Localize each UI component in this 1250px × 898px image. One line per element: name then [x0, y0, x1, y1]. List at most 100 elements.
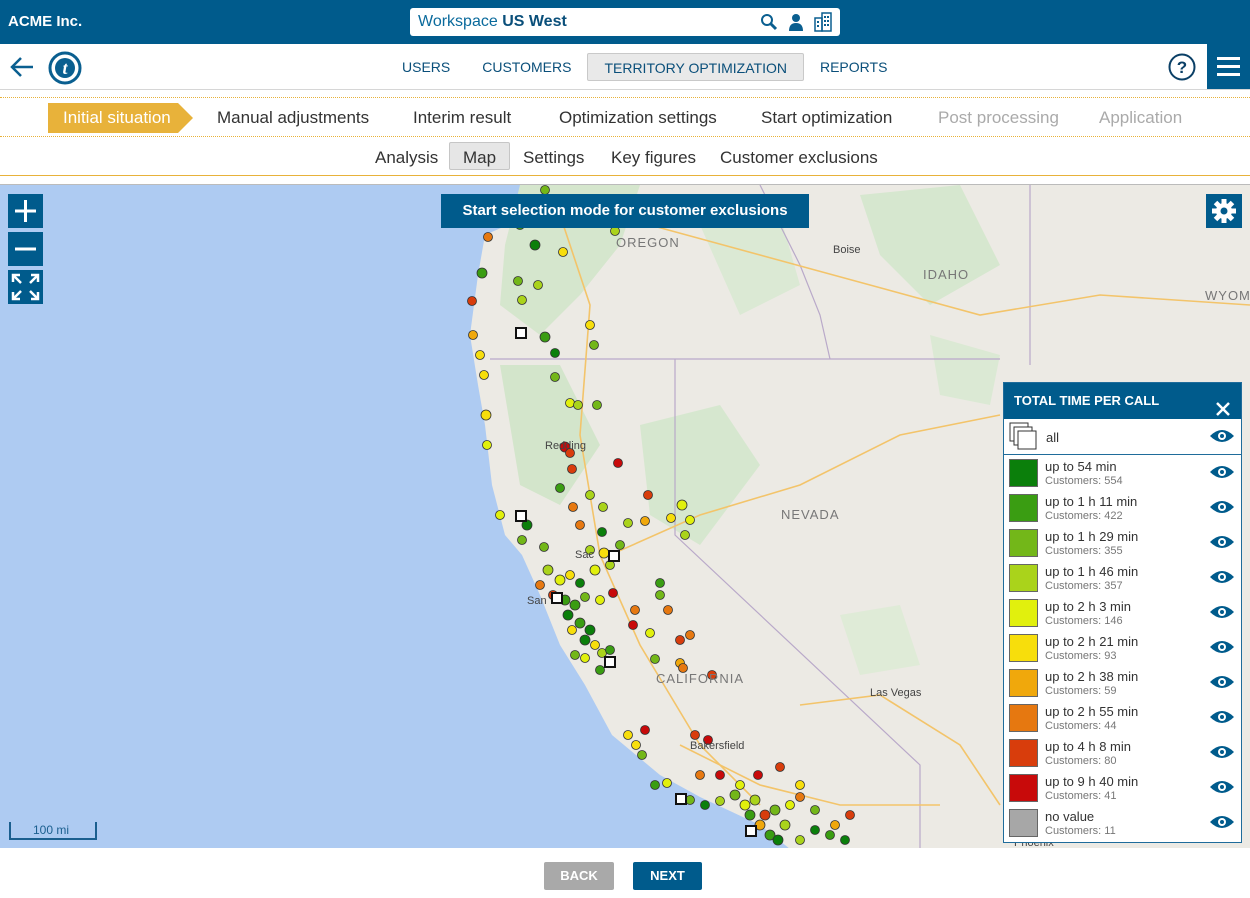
legend-row[interactable]: no value Customers: 11 [1004, 805, 1241, 840]
map-settings-button[interactable] [1206, 194, 1242, 228]
legend-swatch [1009, 634, 1038, 662]
nav-tab-users[interactable]: USERS [386, 53, 466, 81]
subtab-map[interactable]: Map [463, 148, 496, 168]
hamburger-menu-icon[interactable] [1207, 44, 1250, 89]
legend-item-label: up to 2 h 55 min [1045, 704, 1139, 719]
legend-item-count: Customers: 11 [1045, 825, 1116, 837]
legend-swatch [1009, 599, 1038, 627]
zoom-out-button[interactable] [8, 232, 43, 266]
legend-item-label: up to 4 h 8 min [1045, 739, 1131, 754]
legend-item-count: Customers: 41 [1045, 790, 1117, 802]
legend-panel: TOTAL TIME PER CALL all up to 54 min Cust… [1003, 382, 1242, 843]
legend-item-count: Customers: 59 [1045, 685, 1117, 697]
step-application: Application [1099, 108, 1183, 127]
step-interim-result[interactable]: Interim result [413, 108, 511, 128]
eye-icon[interactable] [1209, 604, 1235, 625]
building-icon[interactable] [814, 12, 832, 32]
legend-swatch [1009, 774, 1038, 802]
legend-item-count: Customers: 44 [1045, 720, 1117, 732]
city-label-redding: Redding [545, 440, 586, 452]
legend-item-count: Customers: 93 [1045, 650, 1117, 662]
expand-icon [11, 273, 40, 301]
next-button[interactable]: NEXT [633, 862, 702, 890]
eye-icon[interactable] [1209, 779, 1235, 800]
legend-item-label: up to 1 h 11 min [1045, 494, 1138, 509]
eye-icon[interactable] [1209, 709, 1235, 730]
region-label-wyoming: WYOM [1205, 288, 1250, 303]
legend-swatch [1009, 809, 1038, 837]
subtab-customer-exclusions[interactable]: Customer exclusions [720, 148, 878, 168]
legend-row[interactable]: up to 9 h 40 min Customers: 41 [1004, 770, 1241, 805]
legend-row[interactable]: up to 1 h 11 min Customers: 422 [1004, 490, 1241, 525]
legend-row[interactable]: up to 2 h 55 min Customers: 44 [1004, 700, 1241, 735]
region-label-nevada: NEVADA [781, 507, 840, 522]
company-name: ACME Inc. [8, 13, 83, 30]
legend-row[interactable]: up to 1 h 29 min Customers: 355 [1004, 525, 1241, 560]
plus-icon [15, 200, 36, 222]
legend-item-count: Customers: 357 [1045, 580, 1123, 592]
svg-text:?: ? [1177, 58, 1187, 77]
legend-title: TOTAL TIME PER CALL [1014, 393, 1160, 408]
legend-row[interactable]: up to 1 h 46 min Customers: 357 [1004, 560, 1241, 595]
city-label-boise: Boise [833, 244, 861, 256]
legend-row[interactable]: up to 4 h 8 min Customers: 80 [1004, 735, 1241, 770]
nav-tab-customers[interactable]: CUSTOMERS [466, 53, 587, 81]
legend-item-label: up to 1 h 46 min [1045, 564, 1139, 579]
eye-icon[interactable] [1209, 814, 1235, 835]
legend-item-label: up to 2 h 38 min [1045, 669, 1139, 684]
workspace-prefix: Workspace [418, 13, 498, 30]
subtab-settings[interactable]: Settings [523, 148, 584, 168]
legend-swatch [1009, 459, 1038, 487]
search-icon[interactable] [760, 13, 778, 31]
back-arrow-icon[interactable] [9, 55, 35, 84]
help-icon[interactable]: ? [1168, 53, 1196, 86]
eye-icon[interactable] [1209, 639, 1235, 660]
eye-icon[interactable] [1209, 464, 1235, 485]
legend-row-all[interactable]: all [1004, 419, 1241, 455]
fullscreen-button[interactable] [8, 270, 43, 304]
eye-icon[interactable] [1209, 674, 1235, 695]
workspace-name: US West [502, 13, 567, 30]
scale-label: 100 mi [33, 823, 70, 837]
legend-item-count: Customers: 422 [1045, 510, 1123, 522]
eye-icon[interactable] [1209, 428, 1235, 449]
step-optimization-settings[interactable]: Optimization settings [559, 108, 717, 128]
eye-icon[interactable] [1209, 569, 1235, 590]
legend-row[interactable]: up to 2 h 21 min Customers: 93 [1004, 630, 1241, 665]
legend-swatch [1009, 739, 1038, 767]
legend-swatch [1009, 529, 1038, 557]
step-manual-adjustments[interactable]: Manual adjustments [217, 108, 369, 128]
legend-row[interactable]: up to 54 min Customers: 554 [1004, 455, 1241, 490]
legend-swatch [1009, 494, 1038, 522]
legend-item-count: Customers: 146 [1045, 615, 1123, 627]
legend-item-label: no value [1045, 809, 1095, 824]
city-label-bakersfield: Bakersfield [690, 740, 745, 752]
legend-row[interactable]: up to 2 h 3 min Customers: 146 [1004, 595, 1241, 630]
region-label-california: CALIFORNIA [656, 671, 745, 686]
user-icon[interactable] [788, 13, 804, 31]
legend-item-label: up to 2 h 21 min [1045, 634, 1139, 649]
step-post-processing: Post processing [938, 108, 1059, 127]
step-initial-situation[interactable]: Initial situation [63, 108, 171, 128]
start-selection-mode-button[interactable]: Start selection mode for customer exclus… [441, 194, 809, 228]
legend-swatch [1009, 564, 1038, 592]
workspace-selector[interactable]: Workspace US West [410, 8, 840, 36]
layers-icon [1009, 422, 1037, 450]
zoom-in-button[interactable] [8, 194, 43, 228]
legend-swatch [1009, 704, 1038, 732]
subtab-key-figures[interactable]: Key figures [611, 148, 696, 168]
step-start-optimization[interactable]: Start optimization [761, 108, 892, 128]
eye-icon[interactable] [1209, 534, 1235, 555]
nav-tab-territory-optimization[interactable]: TERRITORY OPTIMIZATION [587, 53, 804, 81]
legend-item-label: up to 54 min [1045, 459, 1117, 474]
back-button[interactable]: BACK [544, 862, 614, 890]
territory-map[interactable]: OREGON IDAHO WYOM NEVADA CALIFORNIA Bois… [0, 184, 1250, 848]
subtab-analysis[interactable]: Analysis [375, 148, 438, 168]
eye-icon[interactable] [1209, 744, 1235, 765]
legend-header: TOTAL TIME PER CALL [1004, 383, 1241, 419]
legend-item-label: up to 2 h 3 min [1045, 599, 1131, 614]
eye-icon[interactable] [1209, 499, 1235, 520]
legend-row[interactable]: up to 2 h 38 min Customers: 59 [1004, 665, 1241, 700]
legend-item-count: Customers: 554 [1045, 475, 1123, 487]
nav-tab-reports[interactable]: REPORTS [804, 53, 903, 81]
